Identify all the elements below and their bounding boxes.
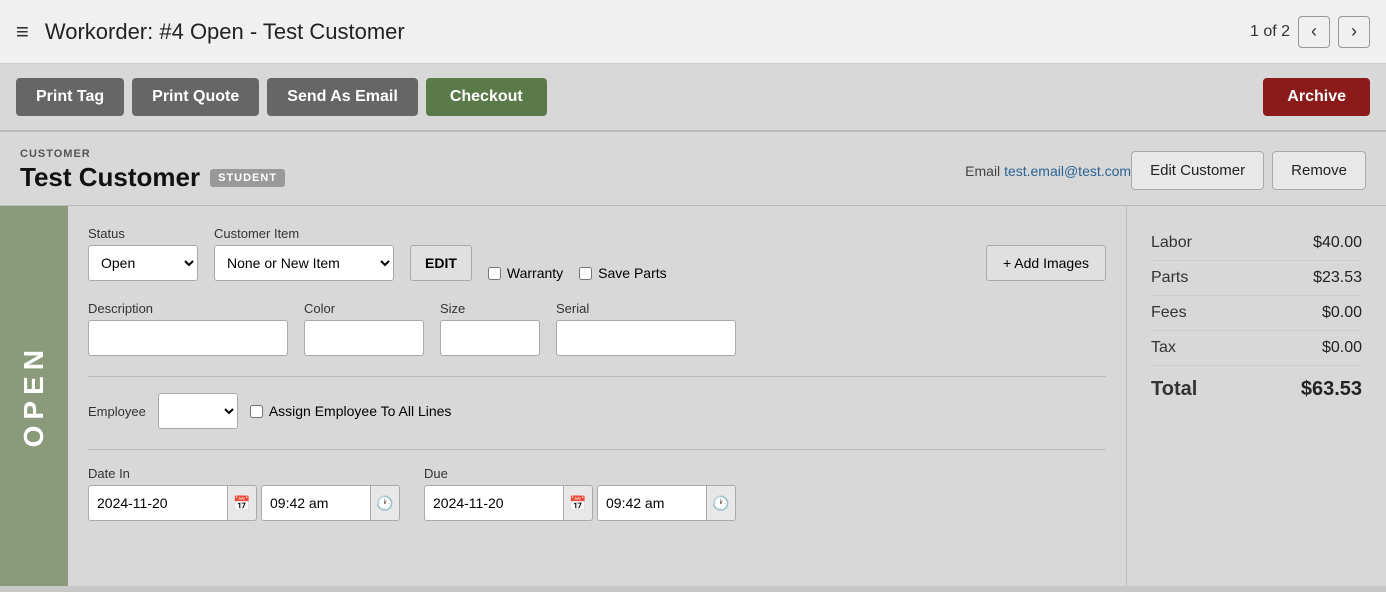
time-in-input[interactable] [261,485,371,521]
serial-input[interactable] [556,320,736,356]
due-date-input-wrap: 📅 [424,485,593,521]
color-input[interactable] [304,320,424,356]
parts-label: Parts [1151,269,1188,287]
color-group: Color [304,301,424,356]
customer-email-link[interactable]: test.email@test.com [1004,163,1131,179]
employee-label: Employee [88,404,146,419]
description-group: Description [88,301,288,356]
archive-button[interactable]: Archive [1263,78,1370,116]
assign-employee-checkbox[interactable] [250,405,263,418]
customer-section-label: CUSTOMER [20,148,905,160]
date-in-label: Date In [88,466,400,481]
due-time-input-wrap: 🕐 [597,485,736,521]
time-in-clock-icon[interactable]: 🕐 [370,485,400,521]
work-area: Status Open Customer Item None or New It… [68,206,1126,586]
student-badge: STUDENT [210,169,285,187]
summary-panel: Labor $40.00 Parts $23.53 Fees $0.00 Tax… [1126,206,1386,586]
form-row-3: Employee Assign Employee To All Lines [88,393,1106,429]
top-bar: ≡ Workorder: #4 Open - Test Customer 1 o… [0,0,1386,64]
prev-page-button[interactable]: ‹ [1298,16,1330,48]
remove-customer-button[interactable]: Remove [1272,151,1366,190]
customer-actions: Edit Customer Remove [1131,151,1366,190]
form-row-4: Date In 📅 🕐 Due 📅 [88,466,1106,521]
due-calendar-icon[interactable]: 📅 [563,485,593,521]
edit-customer-button[interactable]: Edit Customer [1131,151,1264,190]
divider-2 [88,449,1106,450]
fees-value: $0.00 [1322,304,1362,322]
hamburger-icon[interactable]: ≡ [16,19,29,45]
tax-value: $0.00 [1322,339,1362,357]
parts-value: $23.53 [1313,269,1362,287]
labor-value: $40.00 [1313,234,1362,252]
warranty-group: Warranty [488,265,563,281]
total-label: Total [1151,378,1197,401]
page-info: 1 of 2 [1250,23,1290,41]
next-page-button[interactable]: › [1338,16,1370,48]
total-row: Total $63.53 [1151,366,1362,401]
due-label: Due [424,466,736,481]
customer-item-label: Customer Item [214,226,394,241]
date-in-group: Date In 📅 🕐 [88,466,400,521]
due-time-input[interactable] [597,485,707,521]
color-label: Color [304,301,424,316]
save-parts-label: Save Parts [598,265,666,281]
serial-label: Serial [556,301,736,316]
size-input[interactable] [440,320,540,356]
tax-row: Tax $0.00 [1151,331,1362,366]
customer-section: CUSTOMER Test Customer STUDENT Email tes… [0,132,1386,206]
status-label: Status [88,226,198,241]
save-parts-group: Save Parts [579,265,666,281]
add-images-button[interactable]: + Add Images [986,245,1106,281]
customer-info: CUSTOMER Test Customer STUDENT [20,148,905,193]
due-time-clock-icon[interactable]: 🕐 [706,485,736,521]
employee-select[interactable] [158,393,238,429]
tax-label: Tax [1151,339,1176,357]
description-input[interactable] [88,320,288,356]
email-prefix: Email [965,163,1000,179]
open-label-panel: OPEN [0,206,68,586]
print-tag-button[interactable]: Print Tag [16,78,124,116]
form-row-2: Description Color Size Serial [88,301,1106,356]
description-label: Description [88,301,288,316]
assign-employee-group: Assign Employee To All Lines [250,403,452,419]
size-group: Size [440,301,540,356]
print-quote-button[interactable]: Print Quote [132,78,259,116]
send-as-email-button[interactable]: Send As Email [267,78,418,116]
fees-label: Fees [1151,304,1187,322]
checkout-button[interactable]: Checkout [426,78,547,116]
form-row-1: Status Open Customer Item None or New It… [88,226,1106,281]
customer-item-group: Customer Item None or New Item [214,226,394,281]
labor-label: Labor [1151,234,1192,252]
status-select[interactable]: Open [88,245,198,281]
open-text: OPEN [18,344,50,447]
warranty-checkbox[interactable] [488,267,501,280]
labor-row: Labor $40.00 [1151,226,1362,261]
page-title: Workorder: #4 Open - Test Customer [45,19,405,45]
due-date-input[interactable] [424,485,564,521]
status-group: Status Open [88,226,198,281]
parts-row: Parts $23.53 [1151,261,1362,296]
toolbar: Print Tag Print Quote Send As Email Chec… [0,64,1386,132]
main-content: OPEN Status Open Customer Item None or N… [0,206,1386,586]
total-value: $63.53 [1301,378,1362,401]
customer-item-select[interactable]: None or New Item [214,245,394,281]
customer-name: Test Customer [20,162,200,193]
employee-select-wrap [158,393,238,429]
due-group: Due 📅 🕐 [424,466,736,521]
fees-row: Fees $0.00 [1151,296,1362,331]
divider-1 [88,376,1106,377]
customer-email-area: Email test.email@test.com [965,163,1131,179]
warranty-label: Warranty [507,265,563,281]
save-parts-checkbox[interactable] [579,267,592,280]
serial-group: Serial [556,301,736,356]
assign-employee-label: Assign Employee To All Lines [269,403,452,419]
date-in-input-wrap: 📅 [88,485,257,521]
size-label: Size [440,301,540,316]
date-in-calendar-icon[interactable]: 📅 [227,485,257,521]
edit-item-button[interactable]: EDIT [410,245,472,281]
date-in-input[interactable] [88,485,228,521]
time-in-input-wrap: 🕐 [261,485,400,521]
